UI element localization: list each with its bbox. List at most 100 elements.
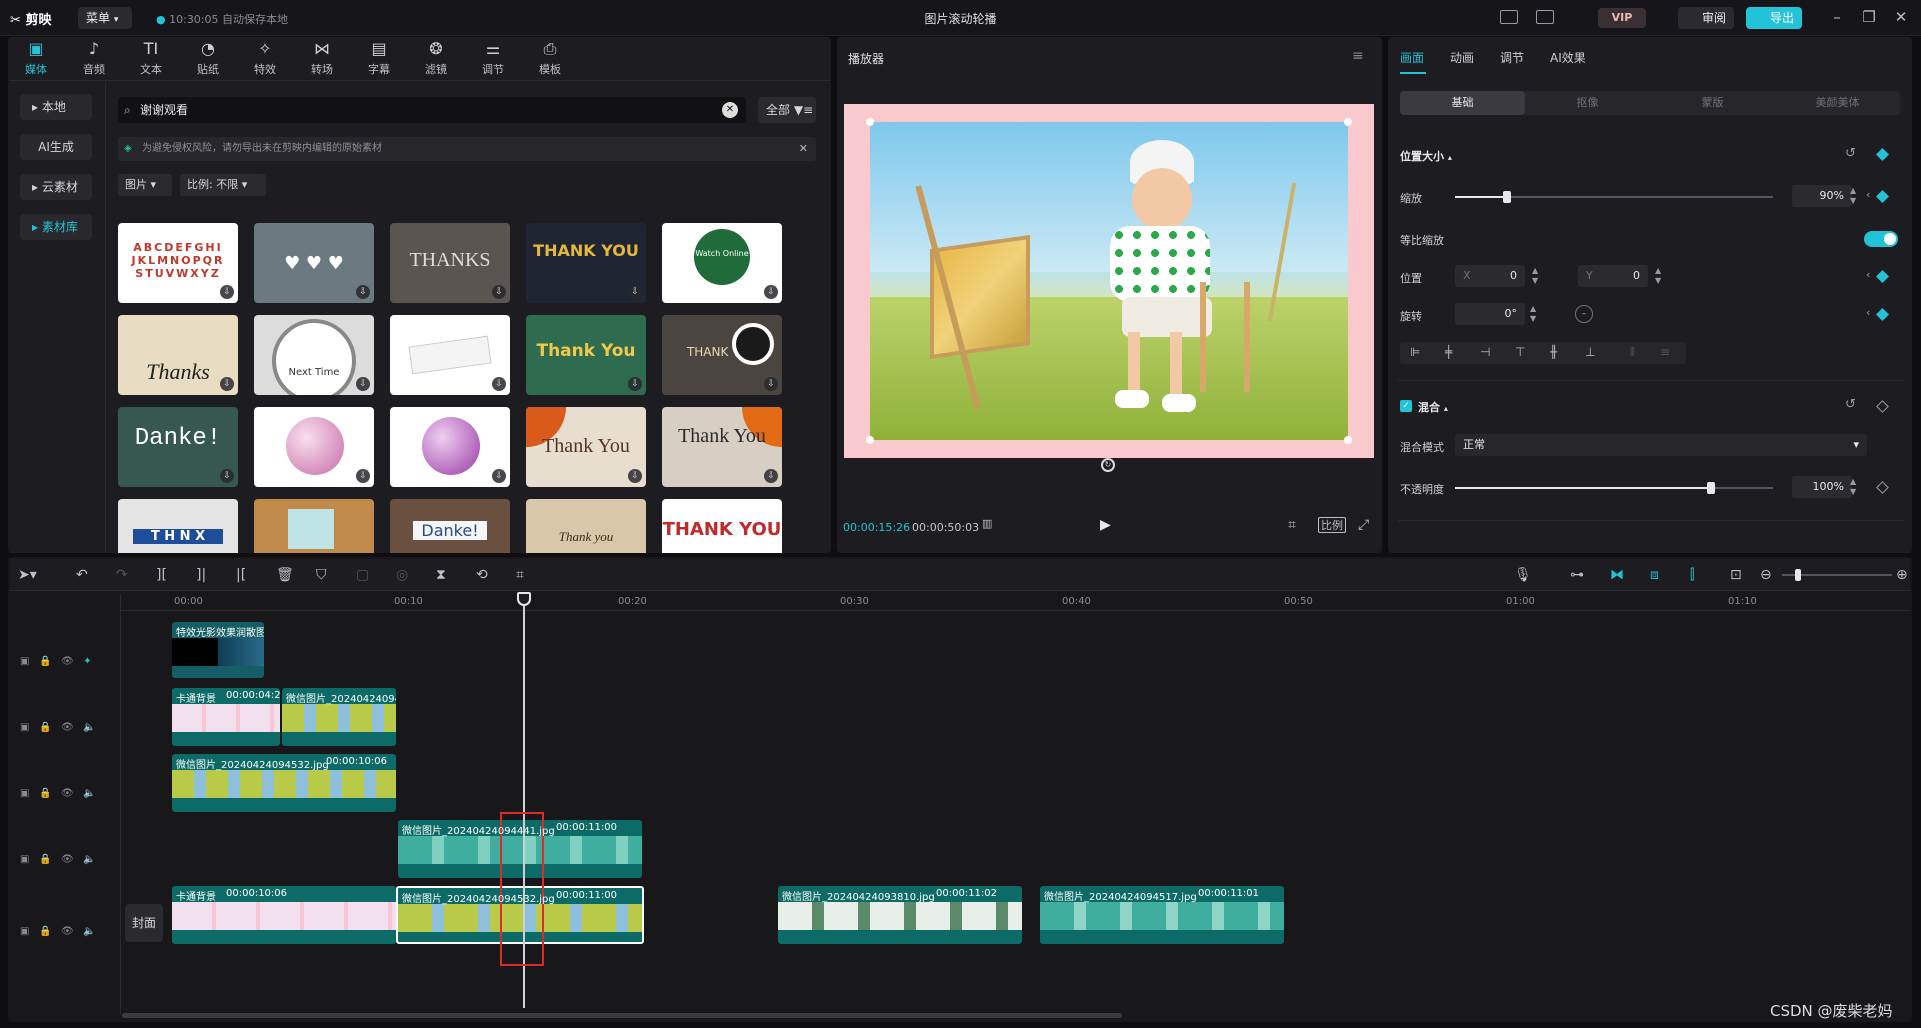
blend-mode-dropdown[interactable]: 正常 ▾ (1455, 434, 1867, 456)
download-icon[interactable]: ⇩ (220, 377, 234, 391)
play-icon[interactable]: ▶ (1100, 517, 1118, 535)
cover-toggle-icon[interactable]: ▣ (20, 854, 29, 865)
preview-icon[interactable]: ⊡ (1730, 567, 1742, 583)
split-right-icon[interactable]: |[ (236, 567, 246, 583)
download-icon[interactable]: ⇩ (356, 285, 370, 299)
stepper-icon[interactable]: ▲ ▼ (1532, 266, 1538, 286)
maximize-icon[interactable]: ❐ (1860, 8, 1878, 26)
eye-icon[interactable]: 👁 (61, 854, 74, 865)
material-thumb[interactable]: Danke! (390, 499, 510, 553)
download-icon[interactable]: ⇩ (628, 469, 642, 483)
tool-sticker[interactable]: ◔ 贴纸 (184, 37, 232, 81)
preview-axis-icon[interactable]: ⫿ (1690, 567, 1694, 583)
main-track-clip[interactable]: 卡通背景 00:00:10:06 (172, 886, 396, 944)
cover-button[interactable]: 封面 (125, 904, 163, 942)
eye-icon[interactable]: 👁 (61, 926, 74, 937)
split-icon[interactable]: ][ (156, 567, 167, 583)
speaker-icon[interactable]: 🔈 (83, 722, 95, 733)
select-tool-icon[interactable]: ➤▾ (18, 567, 37, 583)
tool-filter[interactable]: ❂ 滤镜 (412, 37, 460, 81)
cover-toggle-icon[interactable]: ▣ (20, 926, 29, 937)
subtab-cutout[interactable]: 抠像 (1525, 91, 1650, 115)
slider-knob[interactable] (1503, 191, 1511, 203)
download-icon[interactable]: ⇩ (492, 285, 506, 299)
rotation-dial-icon[interactable]: – (1575, 305, 1593, 323)
material-thumb[interactable]: THANKS ⇩ (390, 223, 510, 303)
material-thumb[interactable]: Next Time ⇩ (254, 315, 374, 395)
position-size-title[interactable]: 位置大小 ▴ (1400, 148, 1452, 164)
link-icon[interactable]: ⊶ (1570, 567, 1584, 583)
video-clip[interactable]: 卡通背景 00:00:04:27 (172, 688, 280, 746)
stepper-icon[interactable]: ▲ ▼ (1530, 304, 1536, 324)
lock-icon[interactable]: 🔒 (39, 788, 51, 799)
material-thumb[interactable]: Thank you (526, 499, 646, 553)
screenshot-icon[interactable]: ⌗ (1288, 517, 1296, 535)
subtab-basic[interactable]: 基础 (1400, 91, 1525, 115)
preview-photo[interactable] (870, 122, 1348, 440)
align-left-icon[interactable]: ⊫ (1410, 345, 1420, 359)
cover-toggle-icon[interactable]: ▣ (20, 722, 29, 733)
download-icon[interactable]: ⇩ (492, 377, 506, 391)
resize-handle[interactable] (866, 436, 874, 444)
tool-transition[interactable]: ⋈ 转场 (298, 37, 346, 81)
download-icon[interactable]: ⇩ (220, 285, 234, 299)
microphone-icon[interactable]: 🎙 (1514, 567, 1532, 583)
align-right-icon[interactable]: ⊣ (1480, 345, 1490, 359)
search-input[interactable]: ⌕ 谢谢观看 ✕ (118, 97, 746, 123)
tool-audio[interactable]: ♪ 音频 (70, 37, 118, 81)
tab-ai-effects[interactable]: AI效果 (1550, 49, 1586, 66)
export-button[interactable]: 导出 (1746, 7, 1802, 29)
stepper-icon[interactable]: ▲ ▼ (1850, 186, 1856, 206)
eye-icon[interactable]: 👁 (61, 656, 74, 667)
align-bottom-icon[interactable]: ⊥ (1585, 345, 1595, 359)
eye-icon[interactable]: 👁 (61, 788, 74, 799)
main-track-magnet-icon[interactable]: ⧓ (1610, 567, 1624, 583)
nav-library[interactable]: ▸ 素材库 (20, 214, 92, 240)
tool-adjust[interactable]: ⚌ 调节 (469, 37, 517, 81)
speaker-icon[interactable]: 🔈 (83, 926, 95, 937)
download-icon[interactable]: ⇩ (356, 469, 370, 483)
undo-icon[interactable]: ↶ (76, 567, 88, 583)
delete-icon[interactable]: 🗑 (276, 567, 294, 583)
material-thumb[interactable]: THANK YOU (662, 499, 782, 553)
material-thumb[interactable]: Thank You ⇩ (526, 315, 646, 395)
freeze-icon[interactable]: ▢ (356, 567, 369, 583)
download-icon[interactable]: ⇩ (764, 469, 778, 483)
playhead-handle[interactable] (517, 592, 531, 606)
stepper-icon[interactable]: ▲ ▼ (1655, 266, 1661, 286)
review-button[interactable]: 审阅 (1678, 7, 1734, 29)
stepper-icon[interactable]: ▲ ▼ (1850, 477, 1856, 497)
mirror-icon[interactable]: ⧗ (436, 567, 446, 583)
reverse-icon[interactable]: ◎ (396, 567, 408, 583)
material-thumb[interactable]: ABCDEFGHI JKLMNOPQR STUVWXYZ ⇩ (118, 223, 238, 303)
tab-animation[interactable]: 动画 (1450, 49, 1474, 66)
ratio-filter-dropdown[interactable]: 比例: 不限 ▾ (180, 174, 266, 196)
shortcut-icon[interactable] (1500, 10, 1518, 24)
nav-cloud[interactable]: ▸ 云素材 (20, 174, 92, 200)
player-menu-icon[interactable]: ≡ (1352, 48, 1364, 64)
rotate-icon[interactable]: ⟲ (476, 567, 488, 583)
menu-button[interactable]: 菜单 ▾ (78, 7, 132, 29)
download-icon[interactable]: ⇩ (492, 469, 506, 483)
close-icon[interactable]: ✕ (1892, 8, 1910, 26)
clear-icon[interactable]: ✕ (722, 102, 738, 118)
download-icon[interactable]: ⇩ (220, 469, 234, 483)
resize-handle[interactable] (866, 118, 874, 126)
tab-picture[interactable]: 画面 (1400, 49, 1424, 66)
redo-icon[interactable]: ↷ (116, 567, 128, 583)
rotate-handle-icon[interactable]: ↻ (1101, 458, 1115, 472)
prev-keyframe-icon[interactable]: ‹ (1866, 188, 1870, 201)
material-thumb[interactable] (254, 499, 374, 553)
material-thumb[interactable]: ⇩ (254, 407, 374, 487)
zoom-knob[interactable] (1795, 569, 1801, 581)
prev-keyframe-icon[interactable]: ‹ (1866, 306, 1870, 319)
scale-value[interactable]: 90% (1792, 185, 1852, 207)
type-filter-dropdown[interactable]: 图片 ▾ (118, 174, 172, 196)
minimize-icon[interactable]: – (1828, 8, 1846, 26)
lock-icon[interactable]: 🔒 (39, 854, 51, 865)
subtab-beauty[interactable]: 美颜美体 (1775, 91, 1900, 115)
tool-template[interactable]: ⎙ 模板 (526, 37, 574, 81)
opacity-slider[interactable] (1455, 481, 1773, 495)
lock-icon[interactable]: 🔒 (39, 926, 51, 937)
opacity-value[interactable]: 100% (1792, 476, 1852, 498)
